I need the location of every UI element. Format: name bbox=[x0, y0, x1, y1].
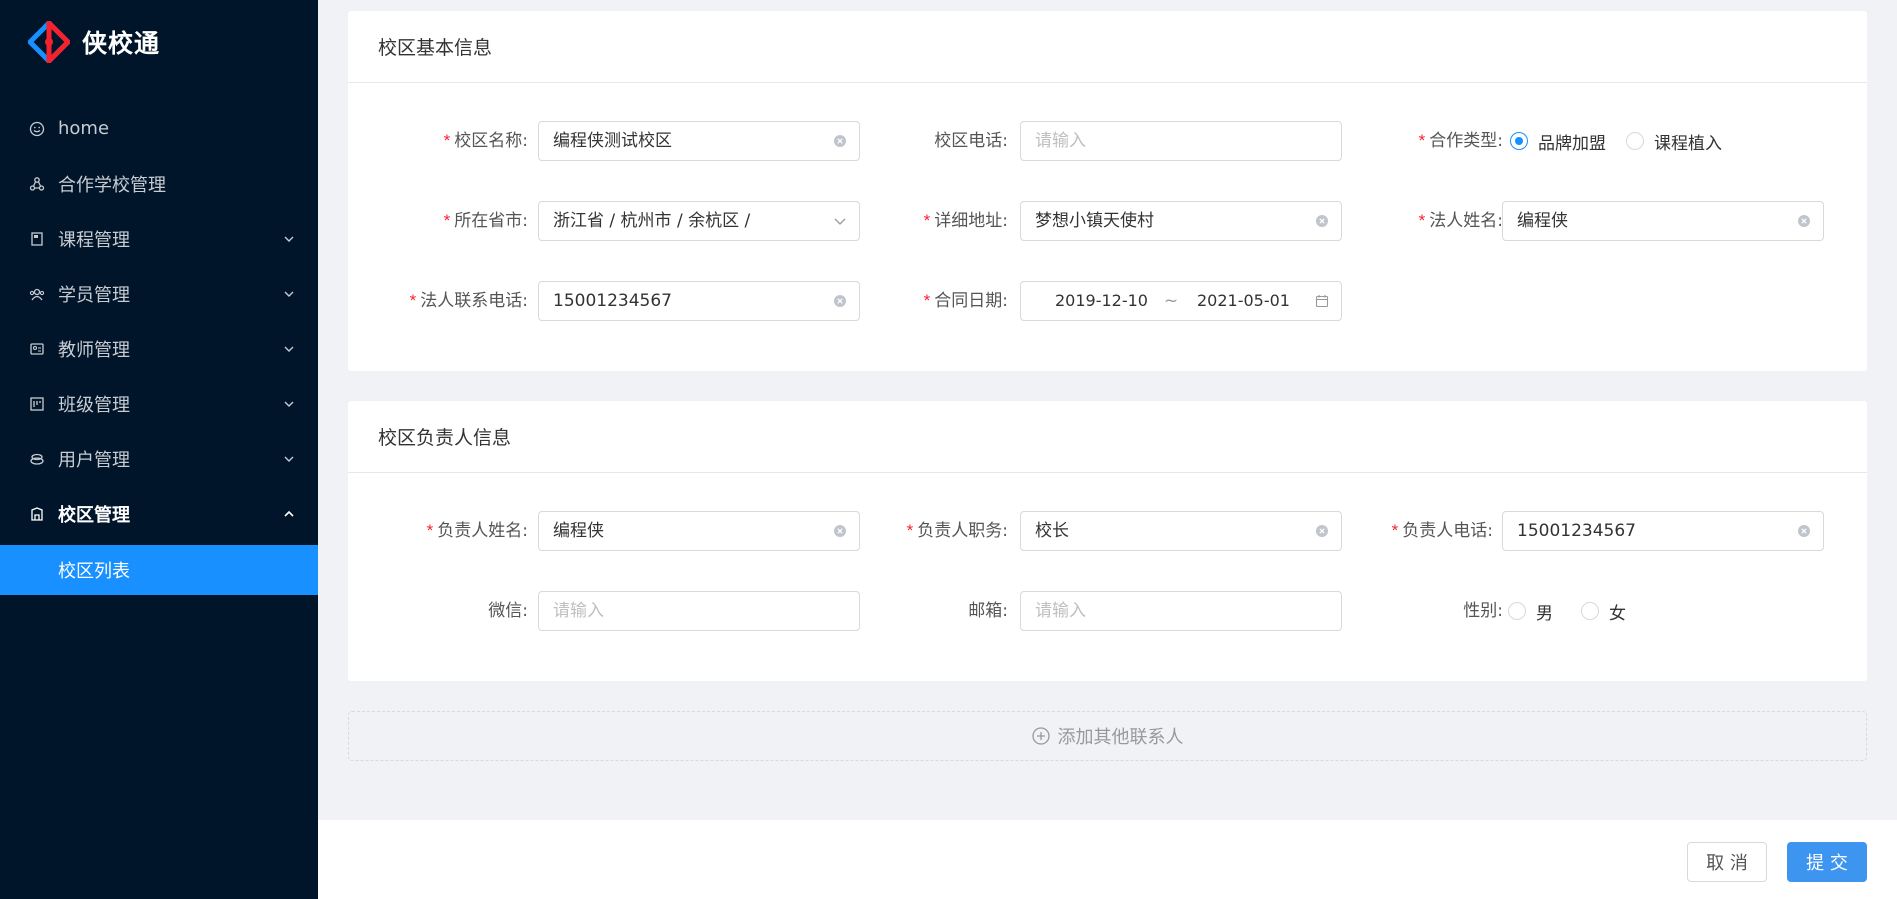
project-icon bbox=[28, 395, 46, 413]
gender-radio-group: 男 女 bbox=[1508, 591, 1646, 631]
side-menu: home 合作学校管理 课程管理 学员管理 教师管理 班级管理 用户管理 校区管… bbox=[0, 101, 318, 595]
email-input[interactable]: 请输入 bbox=[1020, 591, 1342, 631]
user-group-icon bbox=[28, 450, 46, 468]
sidebar-item-label: 教师管理 bbox=[58, 339, 130, 361]
sidebar-subitem-label: 校区列表 bbox=[58, 561, 130, 582]
sidebar-item-partner-schools[interactable]: 合作学校管理 bbox=[0, 156, 318, 211]
legal-name-input[interactable]: 编程侠 bbox=[1502, 201, 1824, 241]
start-date[interactable]: 2019-12-10 bbox=[1055, 282, 1155, 320]
province-label: * 所在省市: bbox=[443, 211, 528, 231]
leader-name-label: * 负责人姓名: bbox=[426, 521, 528, 541]
campus-phone-input[interactable]: 请输入 bbox=[1020, 121, 1342, 161]
legal-phone-label: * 法人联系电话: bbox=[409, 291, 528, 311]
clear-icon[interactable] bbox=[833, 134, 847, 148]
main-content: 校区基本信息 * 校区名称: 编程侠测试校区 校区电话: 请输入 * 合作类型: 品… bbox=[318, 0, 1897, 899]
clear-icon[interactable] bbox=[1315, 524, 1329, 538]
coop-type-brand-radio[interactable]: 品牌加盟 bbox=[1510, 129, 1606, 154]
cluster-icon bbox=[28, 175, 46, 193]
sidebar: 侠校通 home 合作学校管理 课程管理 学员管理 教师管理 班级管理 用户管理… bbox=[0, 0, 318, 899]
gender-male-radio[interactable]: 男 bbox=[1508, 599, 1553, 624]
idcard-icon bbox=[28, 340, 46, 358]
sidebar-item-label: 学员管理 bbox=[58, 284, 130, 306]
bank-icon bbox=[28, 505, 46, 523]
coop-type-course-radio[interactable]: 课程植入 bbox=[1626, 129, 1722, 154]
smile-icon bbox=[28, 120, 46, 138]
gender-female-radio[interactable]: 女 bbox=[1581, 599, 1626, 624]
chevron-down-icon bbox=[834, 218, 846, 225]
leader-name-input[interactable]: 编程侠 bbox=[538, 511, 860, 551]
coop-type-radio-group: 品牌加盟 课程植入 bbox=[1510, 121, 1742, 161]
sidebar-item-label: 班级管理 bbox=[58, 394, 130, 416]
legal-name-label: * 法人姓名: bbox=[1418, 211, 1503, 231]
wechat-input[interactable]: 请输入 bbox=[538, 591, 860, 631]
campus-phone-label: 校区电话: bbox=[934, 131, 1008, 151]
sidebar-item-users[interactable]: 用户管理 bbox=[0, 431, 318, 486]
sidebar-item-teachers[interactable]: 教师管理 bbox=[0, 321, 318, 376]
leader-info-card: 校区负责人信息 * 负责人姓名: 编程侠 * 负责人职务: 校长 * 负责人电话: 1… bbox=[348, 401, 1867, 681]
leader-title-label: * 负责人职务: bbox=[906, 521, 1008, 541]
contract-date-range-picker[interactable]: 2019-12-10 ~ 2021-05-01 bbox=[1020, 281, 1342, 321]
radio-unchecked-icon bbox=[1581, 602, 1599, 620]
cancel-button[interactable]: 取 消 bbox=[1687, 842, 1767, 882]
chevron-down-icon bbox=[284, 236, 294, 242]
campus-name-input[interactable]: 编程侠测试校区 bbox=[538, 121, 860, 161]
clear-icon[interactable] bbox=[1797, 214, 1811, 228]
footer-bar: 取 消 提 交 bbox=[318, 820, 1897, 899]
sidebar-item-label: 课程管理 bbox=[58, 229, 130, 251]
leader-phone-label: * 负责人电话: bbox=[1391, 521, 1493, 541]
chevron-down-icon bbox=[284, 346, 294, 352]
sidebar-item-label: 校区管理 bbox=[58, 504, 130, 526]
end-date[interactable]: 2021-05-01 bbox=[1197, 282, 1297, 320]
submit-button[interactable]: 提 交 bbox=[1787, 842, 1867, 882]
radio-unchecked-icon bbox=[1626, 132, 1644, 150]
card-title: 校区负责人信息 bbox=[348, 401, 1867, 473]
sidebar-item-label: 合作学校管理 bbox=[58, 174, 166, 196]
plus-circle-icon bbox=[1031, 727, 1050, 745]
sidebar-item-label: 用户管理 bbox=[58, 449, 130, 471]
calendar-icon bbox=[1315, 295, 1329, 308]
leader-phone-input[interactable]: 15001234567 bbox=[1502, 511, 1824, 551]
sidebar-item-campus[interactable]: 校区管理 bbox=[0, 486, 318, 541]
campus-name-label: * 校区名称: bbox=[443, 131, 528, 151]
province-cascader[interactable]: 浙江省 / 杭州市 / 余杭区 / bbox=[538, 201, 860, 241]
book-icon bbox=[28, 230, 46, 248]
radio-checked-icon bbox=[1510, 132, 1528, 150]
sidebar-item-classes[interactable]: 班级管理 bbox=[0, 376, 318, 431]
chevron-down-icon bbox=[284, 401, 294, 407]
gender-label: 性别: bbox=[1463, 601, 1503, 621]
team-icon bbox=[28, 285, 46, 303]
app-name: 侠校通 bbox=[82, 29, 161, 58]
address-input[interactable]: 梦想小镇天使村 bbox=[1020, 201, 1342, 241]
coop-type-label: * 合作类型: bbox=[1418, 131, 1503, 151]
add-contact-button[interactable]: 添加其他联系人 bbox=[348, 711, 1867, 761]
clear-icon[interactable] bbox=[833, 294, 847, 308]
email-label: 邮箱: bbox=[968, 601, 1008, 621]
chevron-down-icon bbox=[284, 291, 294, 297]
sidebar-subitem-campus-list[interactable]: 校区列表 bbox=[0, 545, 318, 595]
clear-icon[interactable] bbox=[833, 524, 847, 538]
address-label: * 详细地址: bbox=[923, 211, 1008, 231]
app-logo[interactable]: 侠校通 bbox=[26, 16, 161, 68]
radio-unchecked-icon bbox=[1508, 602, 1526, 620]
chevron-down-icon bbox=[284, 456, 294, 462]
legal-phone-input[interactable]: 15001234567 bbox=[538, 281, 860, 321]
leader-title-input[interactable]: 校长 bbox=[1020, 511, 1342, 551]
date-separator: ~ bbox=[1163, 291, 1179, 311]
contract-date-label: * 合同日期: bbox=[923, 291, 1008, 311]
clear-icon[interactable] bbox=[1797, 524, 1811, 538]
sidebar-item-label: home bbox=[58, 118, 110, 139]
basic-info-card: 校区基本信息 * 校区名称: 编程侠测试校区 校区电话: 请输入 * 合作类型: 品… bbox=[348, 11, 1867, 371]
chevron-up-icon bbox=[284, 510, 294, 517]
logo-diamond-icon bbox=[26, 16, 72, 68]
wechat-label: 微信: bbox=[488, 601, 528, 621]
card-title: 校区基本信息 bbox=[348, 11, 1867, 83]
clear-icon[interactable] bbox=[1315, 214, 1329, 228]
sidebar-item-home[interactable]: home bbox=[0, 101, 318, 156]
sidebar-item-courses[interactable]: 课程管理 bbox=[0, 211, 318, 266]
sidebar-item-students[interactable]: 学员管理 bbox=[0, 266, 318, 321]
